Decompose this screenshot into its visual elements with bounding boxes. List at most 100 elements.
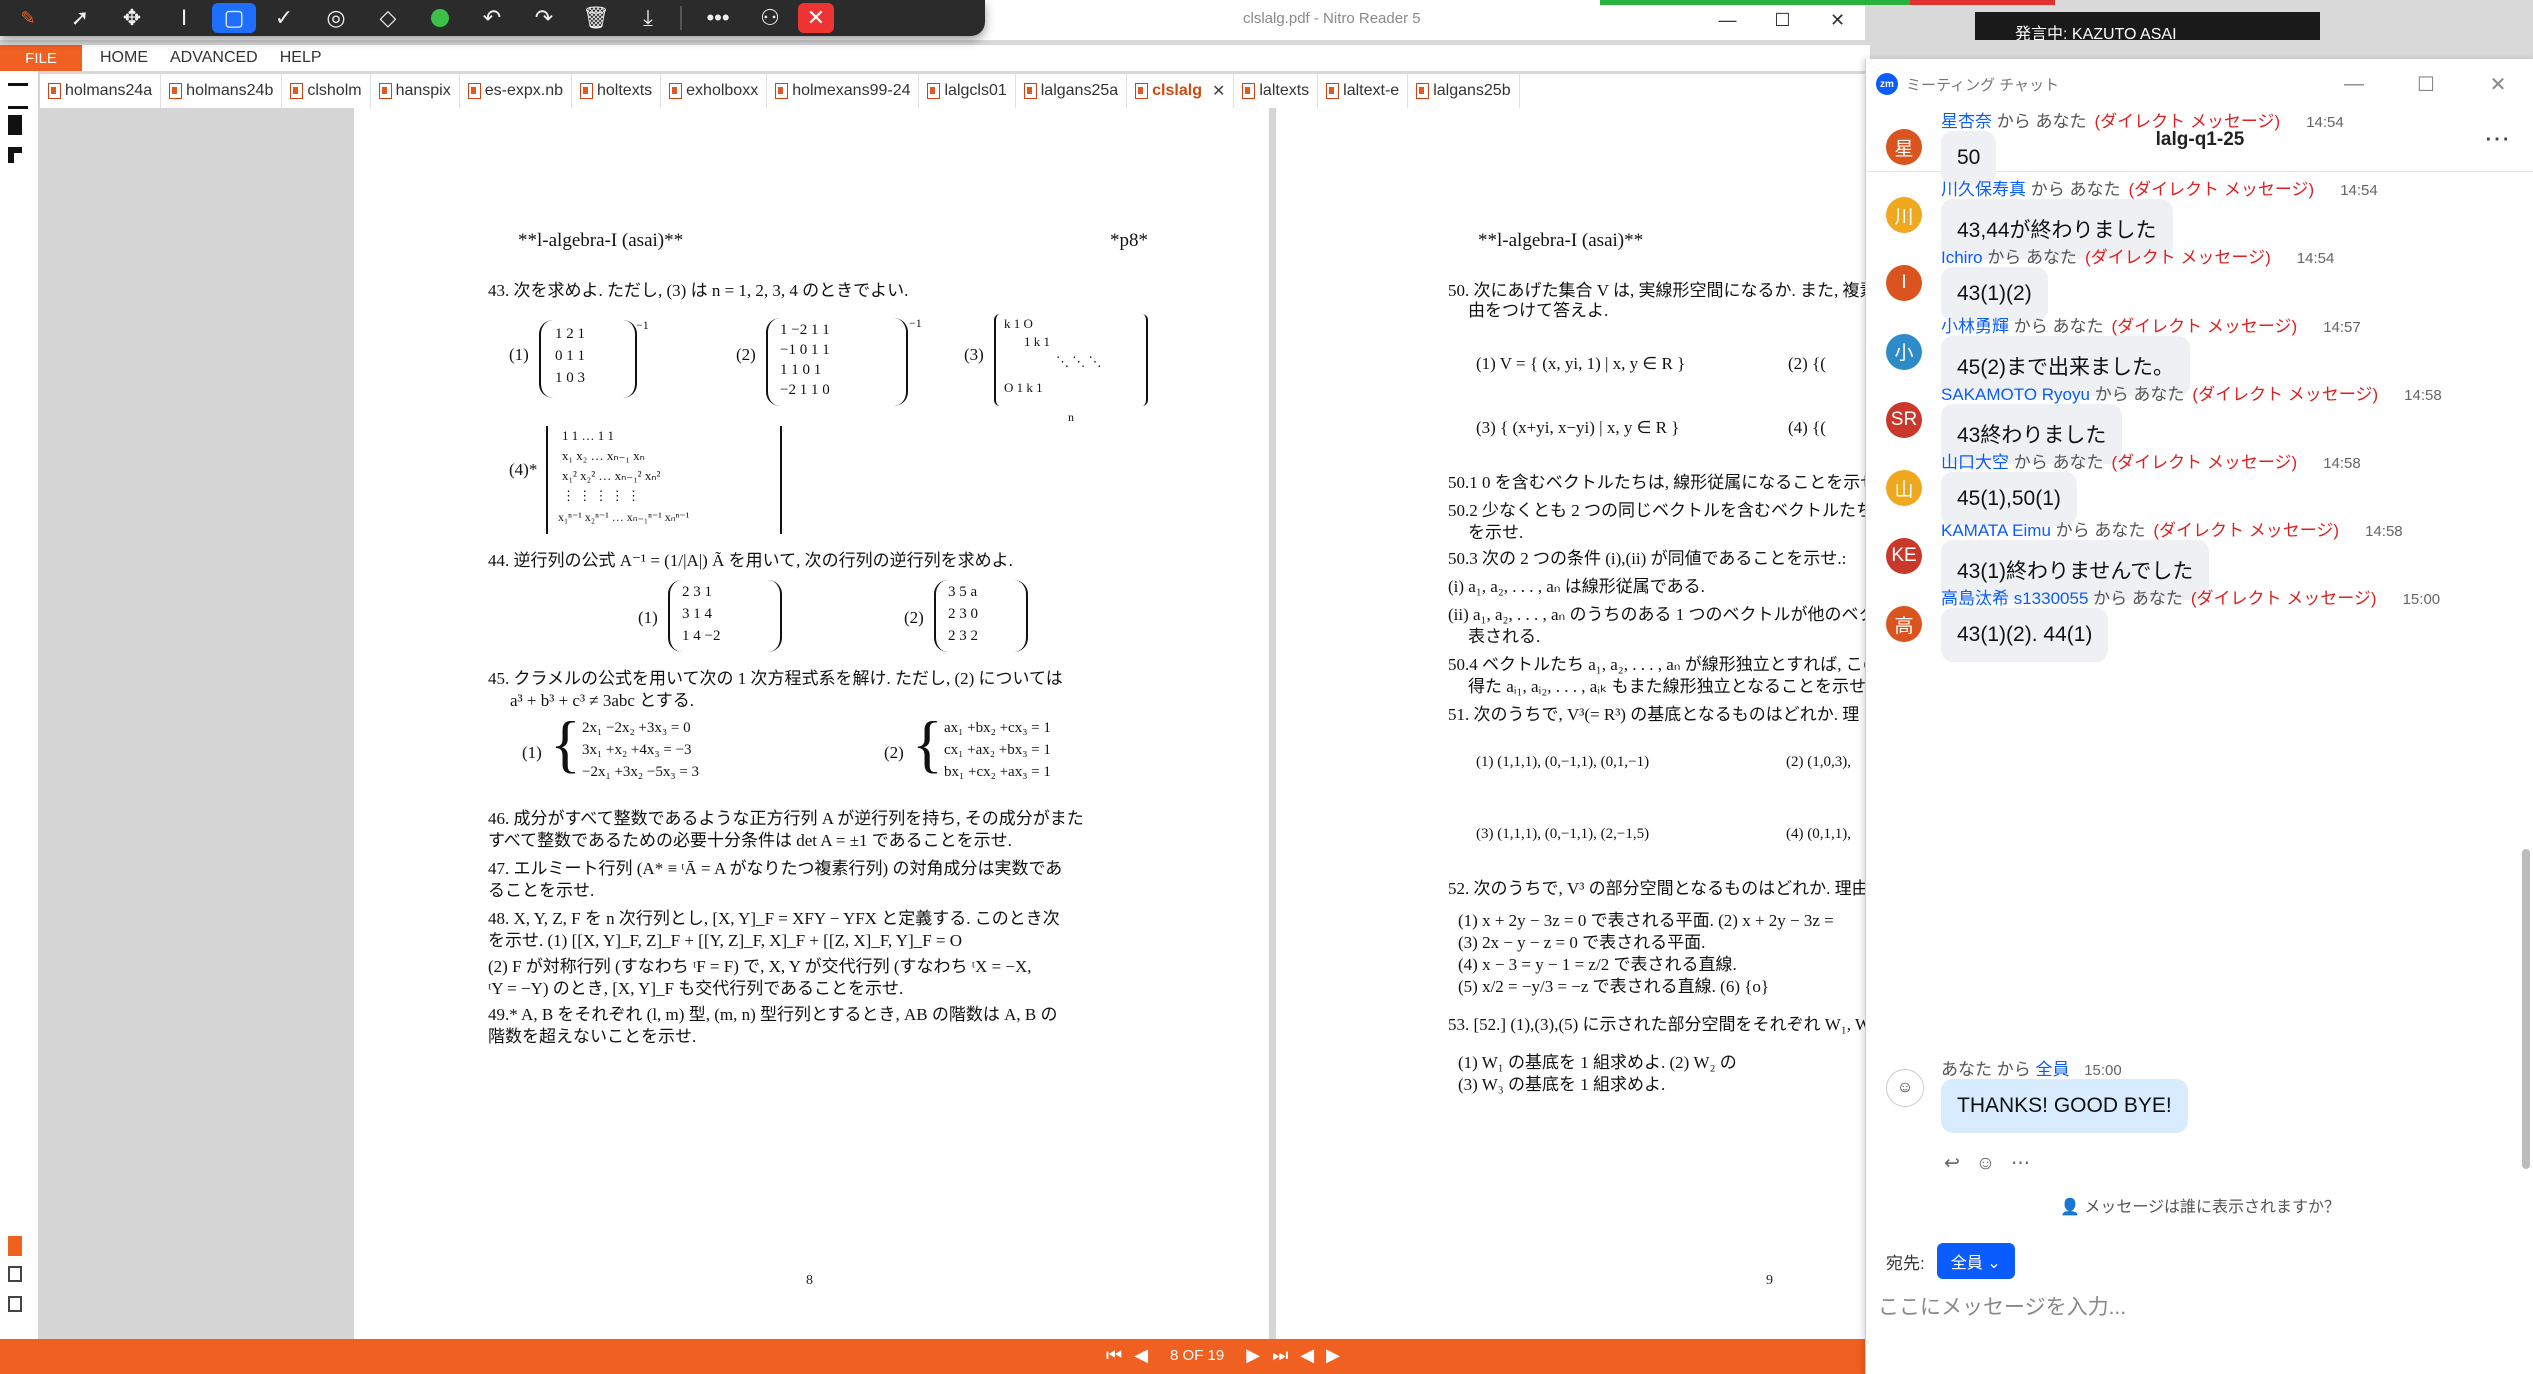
tab-holmans24a[interactable]: holmans24a	[40, 74, 162, 108]
recipient-dropdown[interactable]: 全員 ⌄	[1936, 1243, 2015, 1279]
pointer-icon[interactable]: ➚	[56, 0, 104, 36]
tab-clslalg[interactable]: clslalg ✕	[1127, 74, 1235, 108]
menu-file[interactable]: FILE	[0, 45, 82, 71]
message-meta: 山口大空 から あなた (ダイレクト メッセージ) 14:58	[1941, 453, 2361, 472]
tab-holmans24b[interactable]: holmans24b	[161, 74, 283, 108]
avatar[interactable]: SR	[1886, 401, 1922, 438]
message-meta: 小林勇輝 から あなた (ダイレクト メッセージ) 14:57	[1941, 316, 2361, 336]
menu-help[interactable]: HELP	[280, 49, 322, 67]
back-view-icon[interactable]: ◀	[1300, 1345, 1314, 1366]
tab-exholboxx[interactable]: exholboxx	[661, 74, 768, 108]
sender-name[interactable]: 川久保寿真	[1941, 180, 2026, 199]
page-indicator[interactable]: 8 OF 19	[1170, 1347, 1224, 1364]
color-picker-icon[interactable]	[416, 0, 464, 36]
stop-annotation-icon[interactable]: ✕	[798, 3, 834, 33]
sender-name[interactable]: SAKAMOTO Ryoyu	[1941, 385, 2090, 404]
last-page-icon[interactable]: ⏭	[1272, 1345, 1288, 1366]
sender-name[interactable]: Ichiro	[1941, 248, 1983, 267]
avatar[interactable]: KE	[1886, 538, 1922, 575]
document-viewer[interactable]: **l-algebra-I (asai)** *p8* 43. 次を求めよ. た…	[38, 108, 2191, 1339]
tab-label: holtexts	[597, 82, 653, 99]
tab-hanspix[interactable]: hanspix	[371, 74, 460, 108]
avatar[interactable]: 高	[1886, 606, 1922, 643]
more-options-icon[interactable]: ⋯	[2484, 123, 2510, 154]
label-43-2: (2)	[736, 345, 756, 364]
vectors-51-4: (4) (0,1,1),	[1786, 826, 1851, 842]
message-time: 14:54	[2340, 182, 2378, 200]
left-tool-strip	[0, 71, 39, 1339]
maximize-icon[interactable]: ☐	[1755, 0, 1810, 40]
message-bubble[interactable]: THANKS! GOOD BYE!	[1941, 1079, 2188, 1133]
label-43-1: (1)	[509, 345, 529, 364]
maximize-icon[interactable]: ☐	[2390, 59, 2462, 109]
check-icon[interactable]: ✓	[260, 0, 308, 36]
avatar[interactable]: 川	[1886, 197, 1922, 234]
forward-view-icon[interactable]: ▶	[1326, 1345, 1340, 1366]
pdf-file-icon	[290, 83, 304, 99]
avatar[interactable]: 山	[1886, 470, 1922, 506]
redo-icon[interactable]: ↷	[520, 0, 568, 36]
more-icon[interactable]: •••	[694, 0, 742, 36]
more-icon[interactable]: ⋯	[2011, 1153, 2030, 1174]
direct-message-tag: (ダイレクト メッセージ)	[2111, 453, 2298, 472]
download-icon[interactable]: ⤓	[624, 0, 672, 36]
chat-scrollbar[interactable]	[2522, 849, 2530, 1169]
tab-label: holmexans99-24	[792, 82, 911, 99]
move-icon[interactable]: ✥	[108, 0, 156, 36]
tab-lalgcls01[interactable]: lalgcls01	[919, 74, 1016, 108]
tab-close-icon[interactable]: ✕	[1212, 81, 1225, 101]
sender-name[interactable]: 星杏奈	[1941, 112, 1992, 131]
minimize-icon[interactable]: —	[2318, 59, 2390, 109]
tab-es-expx-nb[interactable]: es-expx.nb	[460, 74, 572, 108]
layers-icon[interactable]	[8, 1296, 22, 1312]
trash-icon[interactable]: 🗑	[572, 0, 620, 36]
message-input[interactable]: ここにメッセージを入力...	[1878, 1291, 2126, 1321]
pdf-file-icon	[169, 83, 183, 99]
rectangle-select-icon[interactable]: ▢	[212, 3, 256, 33]
tab-clsholm[interactable]: clsholm	[282, 74, 371, 108]
close-icon[interactable]: ✕	[1810, 0, 1865, 40]
sender-name[interactable]: KAMATA Eimu	[1941, 521, 2051, 540]
participants-icon[interactable]: ⚇	[746, 0, 794, 36]
stamp-icon[interactable]: ◎	[312, 0, 360, 36]
direct-message-tag: (ダイレクト メッセージ)	[2085, 248, 2271, 268]
undo-icon[interactable]: ↶	[468, 0, 516, 36]
tab-holmexans99-24[interactable]: holmexans99-24	[767, 74, 920, 108]
next-page-icon[interactable]: ▶	[1246, 1345, 1260, 1366]
sender-name[interactable]: 小林勇輝	[1941, 317, 2009, 336]
avatar[interactable]: I	[1886, 265, 1922, 302]
menu-advanced[interactable]: ADVANCED	[170, 49, 258, 67]
direct-message-tag: (ダイレクト メッセージ)	[2094, 112, 2281, 131]
first-page-icon[interactable]: ⏮	[1106, 1345, 1122, 1366]
menu-home[interactable]: HOME	[100, 49, 148, 67]
message-bubble[interactable]: 43(1)(2). 44(1)	[1941, 608, 2109, 663]
minimize-icon[interactable]: —	[1700, 0, 1755, 40]
vectors-51-1: (1) (1,1,1), (0,−1,1), (0,1,−1)	[1476, 754, 1650, 770]
sender-name[interactable]: 山口大空	[1941, 453, 2009, 472]
tab-label: clslalg	[1152, 82, 1202, 99]
text-cursor-icon[interactable]: I	[160, 0, 208, 36]
close-icon[interactable]: ✕	[2462, 59, 2533, 109]
pdf-file-icon	[467, 83, 481, 99]
comments-icon[interactable]	[8, 147, 22, 163]
thumbnails-icon[interactable]	[8, 83, 28, 109]
tab-laltext-e[interactable]: laltext-e	[1318, 74, 1409, 108]
avatar[interactable]: 星	[1886, 129, 1922, 165]
emoji-react-icon[interactable]: ☺	[1976, 1153, 1995, 1174]
sender-name[interactable]: 高島汰希 s1330055	[1941, 589, 2088, 608]
who-can-see-link[interactable]: 👤 メッセージは誰に表示されますか？	[1866, 1193, 2533, 1217]
tab-lalgans25b[interactable]: lalgans25b	[1408, 74, 1520, 108]
eraser-icon[interactable]: ◇	[364, 0, 412, 36]
avatar[interactable]: 小	[1886, 333, 1922, 370]
attachments-icon[interactable]	[8, 1236, 22, 1256]
set-50-3: (3) { (x+yi, x−yi) | x, y ∈ R }	[1476, 418, 1680, 437]
tab-laltexts[interactable]: laltexts	[1234, 74, 1319, 108]
pages-icon[interactable]	[8, 1266, 22, 1282]
bookmarks-icon[interactable]	[8, 115, 22, 135]
tab-lalgans25a[interactable]: lalgans25a	[1016, 74, 1128, 108]
prev-page-icon[interactable]: ◀	[1134, 1345, 1148, 1366]
page-number: 9	[1766, 1273, 1773, 1288]
tab-holtexts[interactable]: holtexts	[572, 74, 662, 108]
avatar[interactable]: ☺	[1886, 1069, 1924, 1107]
reply-icon[interactable]: ↩	[1944, 1153, 1960, 1174]
